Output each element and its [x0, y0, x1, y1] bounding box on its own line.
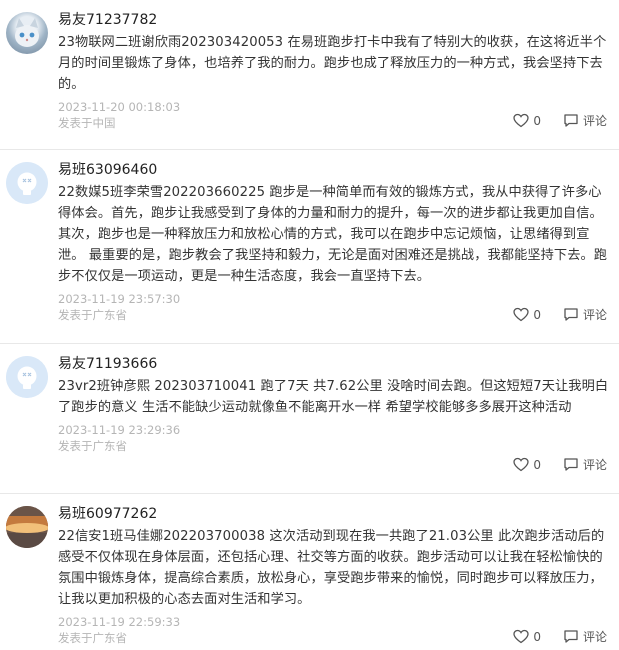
- comment-actions: 0 评论: [513, 456, 607, 473]
- like-button[interactable]: 0: [513, 457, 541, 472]
- cat-avatar-icon: [15, 18, 39, 47]
- comment-bubble-icon: [564, 458, 578, 471]
- comment-text: 23物联网二班谢欣雨202303420053 在易班跑步打卡中我有了特别大的收获…: [58, 35, 607, 92]
- comment-button[interactable]: 评论: [563, 456, 607, 473]
- timestamp: 2023-11-19 23:29:36: [58, 423, 181, 437]
- comment-label: 评论: [582, 308, 607, 322]
- comment-item: 易友71193666 23vr2班钟彦熙 202303710041 跑了7天 共…: [0, 344, 619, 494]
- comment-bubble-icon: [564, 114, 578, 127]
- like-button[interactable]: 0: [513, 307, 541, 322]
- comment-list: 易友71237782 23物联网二班谢欣雨202303420053 在易班跑步打…: [0, 0, 619, 650]
- comment-button[interactable]: 评论: [563, 112, 607, 129]
- comment-actions: 0 评论: [513, 306, 607, 323]
- heart-icon: [513, 113, 529, 128]
- comment-item: 易友71237782 23物联网二班谢欣雨202303420053 在易班跑步打…: [0, 0, 619, 150]
- comment-bubble-icon: [564, 630, 578, 643]
- comment-label: 评论: [582, 114, 607, 128]
- like-button[interactable]: 0: [513, 629, 541, 644]
- comment-item: 易班60977262 22信安1班马佳娜202203700038 这次活动到现在…: [0, 494, 619, 650]
- comment-label: 评论: [582, 458, 607, 472]
- timestamp: 2023-11-19 23:57:30: [58, 292, 181, 306]
- comment-bubble-icon: [564, 308, 578, 321]
- comment-text: 22信安1班马佳娜202203700038 这次活动到现在我一共跑了21.03公…: [58, 529, 605, 607]
- like-button[interactable]: 0: [513, 113, 541, 128]
- sunset-avatar-icon: [6, 506, 48, 548]
- comment-button[interactable]: 评论: [563, 628, 607, 645]
- username[interactable]: 易班60977262: [58, 504, 609, 524]
- avatar[interactable]: [6, 506, 48, 548]
- username[interactable]: 易班63096460: [58, 160, 609, 180]
- default-avatar-icon: [6, 162, 48, 204]
- like-count: 0: [533, 629, 541, 644]
- username[interactable]: 易友71193666: [58, 354, 609, 374]
- comment-item: 易班63096460 22数媒5班李荣雪202203660225 跑步是一种简单…: [0, 150, 619, 344]
- location: 发表于广东省: [58, 439, 127, 453]
- heart-icon: [513, 629, 529, 644]
- comment-label: 评论: [582, 630, 607, 644]
- comment-text: 23vr2班钟彦熙 202303710041 跑了7天 共7.62公里 没啥时间…: [58, 379, 609, 415]
- username[interactable]: 易友71237782: [58, 10, 609, 30]
- heart-icon: [513, 457, 529, 472]
- heart-icon: [513, 307, 529, 322]
- comment-actions: 0 评论: [513, 628, 607, 645]
- default-avatar-icon: [6, 356, 48, 398]
- like-count: 0: [533, 113, 541, 128]
- avatar[interactable]: [6, 356, 48, 398]
- comment-button[interactable]: 评论: [563, 306, 607, 323]
- comment-actions: 0 评论: [513, 112, 607, 129]
- avatar[interactable]: [6, 12, 48, 54]
- comment-text: 22数媒5班李荣雪202203660225 跑步是一种简单而有效的锻炼方式，我从…: [58, 185, 608, 284]
- avatar[interactable]: [6, 162, 48, 204]
- like-count: 0: [533, 307, 541, 322]
- like-count: 0: [533, 457, 541, 472]
